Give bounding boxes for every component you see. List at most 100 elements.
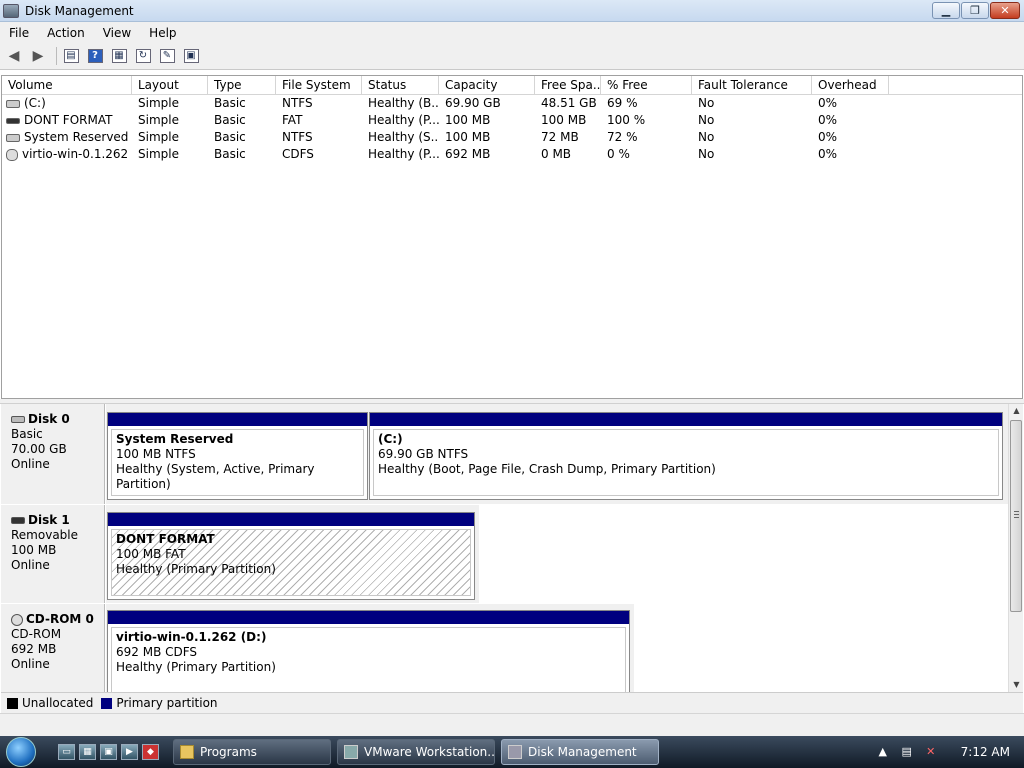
disk-0-label[interactable]: Disk 0 Basic 70.00 GB Online: [1, 404, 105, 504]
partition-dont-format[interactable]: DONT FORMAT 100 MB FAT Healthy (Primary …: [107, 512, 475, 600]
show-hide-console-tree-icon[interactable]: ▤: [61, 47, 81, 65]
primary-partition-bar: [370, 413, 1002, 426]
capacity-cell: 100 MB: [445, 113, 491, 127]
status-bar: [0, 713, 1024, 736]
partition-status: Healthy (Boot, Page File, Crash Dump, Pr…: [378, 462, 716, 476]
table-row[interactable]: (C:) Simple Basic NTFS Healthy (B... 69.…: [2, 95, 1022, 112]
partition-title: virtio-win-0.1.262 (D:): [116, 630, 267, 644]
table-row[interactable]: System Reserved Simple Basic NTFS Health…: [2, 129, 1022, 146]
show-hidden-icons-icon[interactable]: ▲: [875, 744, 891, 760]
free-space-cell: 48.51 GB: [541, 96, 597, 110]
windows-orb-icon: [6, 737, 36, 767]
table-row[interactable]: DONT FORMAT Simple Basic FAT Healthy (P.…: [2, 112, 1022, 129]
settings-icon[interactable]: ✎: [157, 47, 177, 65]
overhead-cell: 0%: [818, 113, 838, 127]
column-overhead[interactable]: Overhead: [812, 76, 889, 94]
capacity-cell: 69.90 GB: [445, 96, 501, 110]
partition-size: 100 MB NTFS: [116, 447, 196, 461]
network-icon[interactable]: ▤: [899, 744, 915, 760]
drive-icon: [6, 99, 20, 108]
show-desktop-icon[interactable]: ▭: [58, 744, 75, 760]
column-layout[interactable]: Layout: [132, 76, 208, 94]
forward-arrow-icon[interactable]: ▶: [28, 47, 48, 65]
removable-disk-icon: [11, 517, 25, 524]
primary-partition-bar: [108, 413, 367, 426]
disk-properties-icon[interactable]: ▣: [181, 47, 201, 65]
column-fault-tolerance[interactable]: Fault Tolerance: [692, 76, 812, 94]
disk-size: 100 MB: [11, 543, 57, 557]
help-icon[interactable]: ?: [85, 47, 105, 65]
column-file-system[interactable]: File System: [276, 76, 362, 94]
disk-type: Basic: [11, 427, 43, 441]
task-disk-management[interactable]: Disk Management: [501, 739, 659, 765]
status-cell: Healthy (P...: [368, 113, 439, 127]
disk-state: Online: [11, 558, 50, 572]
app-icon[interactable]: ◆: [142, 744, 159, 760]
minimize-button[interactable]: ▁: [932, 2, 960, 19]
cdrom-icon: [11, 613, 23, 626]
media-player-icon[interactable]: ▶: [121, 744, 138, 760]
properties-icon[interactable]: ▦: [109, 47, 129, 65]
overhead-cell: 0%: [818, 147, 838, 161]
toolbar-separator: [56, 47, 57, 65]
menu-action[interactable]: Action: [38, 26, 94, 40]
disk-view-scrollbar[interactable]: ▲ ▼: [1008, 404, 1023, 692]
clock[interactable]: 7:12 AM: [961, 745, 1010, 759]
partition-c-drive[interactable]: (C:) 69.90 GB NTFS Healthy (Boot, Page F…: [369, 412, 1003, 500]
partition-system-reserved[interactable]: System Reserved 100 MB NTFS Healthy (Sys…: [107, 412, 368, 500]
menu-view[interactable]: View: [94, 26, 140, 40]
volume-muted-icon[interactable]: ✕: [923, 744, 939, 760]
removable-drive-icon: [6, 117, 20, 124]
task-programs[interactable]: Programs: [173, 739, 331, 765]
start-button[interactable]: [0, 736, 42, 768]
layout-cell: Simple: [138, 147, 179, 161]
disk-management-icon: [508, 745, 522, 759]
free-space-cell: 72 MB: [541, 130, 579, 144]
layout-cell: Simple: [138, 130, 179, 144]
table-row[interactable]: virtio-win-0.1.262 ... Simple Basic CDFS…: [2, 146, 1022, 163]
disk-type: CD-ROM: [11, 627, 62, 641]
scroll-thumb[interactable]: [1010, 420, 1022, 612]
menu-bar: File Action View Help: [0, 22, 1024, 43]
maximize-button[interactable]: ❐: [961, 2, 989, 19]
percent-free-cell: 69 %: [607, 96, 638, 110]
cdrom-0-area: virtio-win-0.1.262 (D:) 692 MB CDFS Heal…: [106, 604, 634, 692]
window-controls: ▁ ❐ ✕: [932, 2, 1020, 19]
primary-partition-bar: [108, 611, 629, 624]
refresh-icon[interactable]: ↻: [133, 47, 153, 65]
primary-partition-bar: [108, 513, 474, 526]
status-cell: Healthy (P...: [368, 147, 439, 161]
menu-file[interactable]: File: [0, 26, 38, 40]
scroll-down-arrow-icon[interactable]: ▼: [1009, 678, 1024, 692]
task-vmware[interactable]: VMware Workstation...: [337, 739, 495, 765]
fault-tolerance-cell: No: [698, 130, 715, 144]
volume-name: DONT FORMAT: [24, 113, 113, 127]
column-status[interactable]: Status: [362, 76, 439, 94]
close-button[interactable]: ✕: [990, 2, 1020, 19]
column-type[interactable]: Type: [208, 76, 276, 94]
free-space-cell: 100 MB: [541, 113, 587, 127]
fs-cell: NTFS: [282, 130, 313, 144]
disk-1-label[interactable]: Disk 1 Removable 100 MB Online: [1, 505, 105, 603]
column-volume[interactable]: Volume: [2, 76, 132, 94]
back-arrow-icon[interactable]: ◀: [4, 47, 24, 65]
free-space-cell: 0 MB: [541, 147, 572, 161]
taskbar: ▭ ▦ ▣ ▶ ◆ Programs VMware Workstation...…: [0, 736, 1024, 768]
type-cell: Basic: [214, 96, 246, 110]
partition-virtio-win[interactable]: virtio-win-0.1.262 (D:) 692 MB CDFS Heal…: [107, 610, 630, 692]
computer-icon[interactable]: ▣: [100, 744, 117, 760]
column-percent-free[interactable]: % Free: [601, 76, 692, 94]
legend-unallocated: Unallocated: [22, 696, 94, 710]
vmware-icon: [344, 745, 358, 759]
column-free-space[interactable]: Free Spa...: [535, 76, 601, 94]
column-capacity[interactable]: Capacity: [439, 76, 535, 94]
partition-status: Healthy (System, Active, Primary Partiti…: [116, 462, 315, 491]
switch-windows-icon[interactable]: ▦: [79, 744, 96, 760]
scroll-up-arrow-icon[interactable]: ▲: [1009, 404, 1024, 418]
menu-help[interactable]: Help: [140, 26, 185, 40]
cdrom-0-label[interactable]: CD-ROM 0 CD-ROM 692 MB Online: [1, 604, 105, 692]
window-title: Disk Management: [25, 3, 134, 18]
legend-primary-partition: Primary partition: [116, 696, 218, 710]
fault-tolerance-cell: No: [698, 147, 715, 161]
disk-name: Disk 1: [28, 513, 70, 527]
